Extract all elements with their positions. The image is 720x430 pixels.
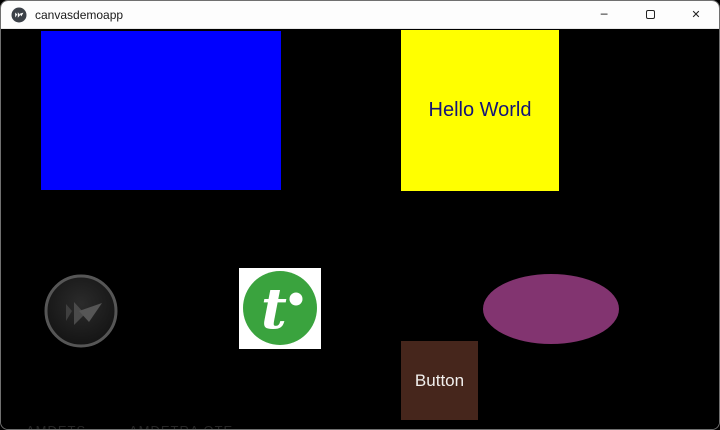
window-title: canvasdemoapp [35, 7, 124, 22]
yellow-rectangle: Hello World [401, 30, 559, 191]
green-t-logo-icon: t [239, 268, 321, 349]
green-t-logo: t [239, 268, 321, 349]
minimize-button[interactable]: ─ [581, 1, 627, 28]
canvas-button[interactable]: Button [401, 341, 478, 420]
close-button[interactable]: ✕ [673, 1, 719, 28]
canvas-area: Hello World t Button [1, 29, 719, 429]
window-controls: ─ ✕ [581, 1, 719, 28]
clipped-text-fragment-right: AMDETRA OTE [129, 423, 233, 429]
maximize-button[interactable] [627, 1, 673, 28]
purple-ellipse [483, 274, 619, 344]
svg-text:t: t [261, 276, 287, 342]
app-icon [11, 7, 27, 22]
title-bar: canvasdemoapp ─ ✕ [1, 1, 719, 29]
hello-world-text: Hello World [428, 99, 532, 121]
maximize-icon [645, 10, 655, 19]
clipped-text-fragment-left: AMDETS [26, 423, 86, 429]
avalonia-logo-dimmed-icon [44, 274, 118, 348]
blue-rectangle [41, 31, 281, 190]
app-window: canvasdemoapp ─ ✕ Hello World t Button [0, 0, 720, 430]
